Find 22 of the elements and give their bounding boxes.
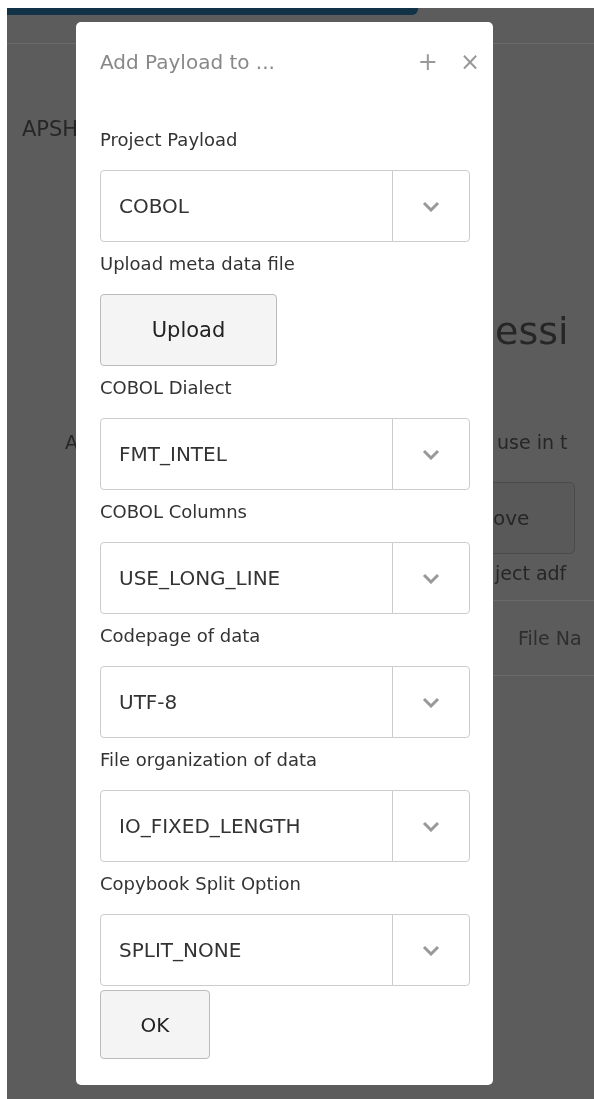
field-label: Copybook Split Option xyxy=(100,872,302,896)
chevron-down-icon xyxy=(422,448,440,460)
field-label: File organization of data xyxy=(100,748,319,772)
chevron-down-icon xyxy=(422,944,440,956)
ok-button[interactable]: OK xyxy=(100,990,210,1059)
chevron-down-icon xyxy=(422,572,440,584)
chevron-down-icon xyxy=(422,820,440,832)
dialog-title: Add Payload to ... xyxy=(100,50,276,74)
field-label: Project Payload xyxy=(100,128,239,152)
dropdown[interactable]: UTF-8 xyxy=(100,666,470,738)
dropdown[interactable]: FMT_INTEL xyxy=(100,418,470,490)
field-label: Upload meta data file xyxy=(100,252,296,276)
upload-button[interactable]: Upload xyxy=(100,294,277,366)
field-label: COBOL Columns xyxy=(100,500,248,524)
chevron-down-icon xyxy=(422,696,440,708)
field-label: Codepage of data xyxy=(100,624,262,648)
field-label: COBOL Dialect xyxy=(100,376,233,400)
chevron-down-icon xyxy=(422,200,440,212)
dropdown[interactable]: SPLIT_NONE xyxy=(100,914,470,986)
dropdown[interactable]: COBOL xyxy=(100,170,470,242)
dropdown[interactable]: USE_LONG_LINE xyxy=(100,542,470,614)
dropdown[interactable]: IO_FIXED_LENGTH xyxy=(100,790,470,862)
